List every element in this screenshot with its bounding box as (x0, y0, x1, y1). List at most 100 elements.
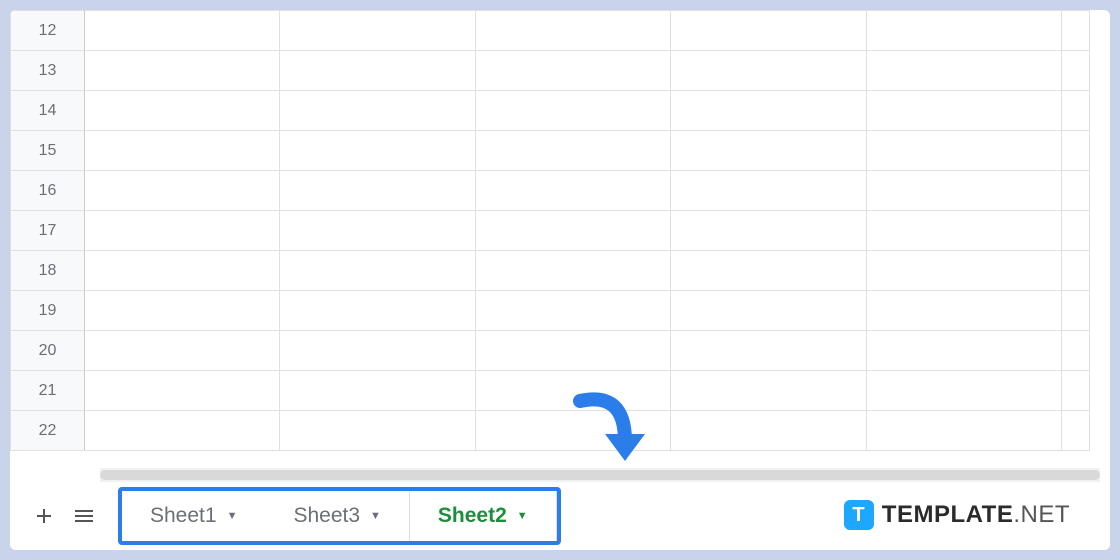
table-row: 12 (11, 11, 1090, 51)
cell[interactable] (85, 171, 280, 211)
cell[interactable] (1061, 331, 1089, 371)
cell[interactable] (671, 331, 866, 371)
cell[interactable] (1061, 131, 1089, 171)
row-header[interactable]: 20 (11, 331, 85, 371)
cell[interactable] (280, 51, 475, 91)
cell[interactable] (866, 291, 1061, 331)
cell[interactable] (671, 411, 866, 451)
horizontal-scrollbar[interactable] (100, 468, 1100, 482)
cell[interactable] (671, 51, 866, 91)
cell[interactable] (866, 371, 1061, 411)
cell[interactable] (866, 171, 1061, 211)
cell[interactable] (1061, 371, 1089, 411)
cell[interactable] (475, 11, 670, 51)
row-header[interactable]: 14 (11, 91, 85, 131)
cell[interactable] (475, 91, 670, 131)
cell[interactable] (475, 51, 670, 91)
row-header[interactable]: 16 (11, 171, 85, 211)
cell[interactable] (85, 371, 280, 411)
tab-sheet3[interactable]: Sheet3 ▼ (265, 491, 408, 541)
cell[interactable] (671, 11, 866, 51)
row-header[interactable]: 22 (11, 411, 85, 451)
row-header[interactable]: 19 (11, 291, 85, 331)
cell[interactable] (1061, 411, 1089, 451)
table-row: 19 (11, 291, 1090, 331)
row-header[interactable]: 13 (11, 51, 85, 91)
chevron-down-icon: ▼ (370, 510, 381, 522)
cell[interactable] (1061, 51, 1089, 91)
cell[interactable] (280, 11, 475, 51)
tab-sheet1[interactable]: Sheet1 ▼ (122, 491, 265, 541)
cell[interactable] (671, 91, 866, 131)
cell[interactable] (866, 51, 1061, 91)
watermark-light: .NET (1013, 501, 1070, 528)
table-row: 15 (11, 131, 1090, 171)
cell[interactable] (1061, 11, 1089, 51)
cell[interactable] (866, 11, 1061, 51)
tab-label: Sheet2 (438, 504, 507, 528)
cell[interactable] (866, 131, 1061, 171)
spreadsheet-panel: 1213141516171819202122 Sheet1 ▼ Sheet3 ▼… (10, 10, 1110, 550)
add-sheet-button[interactable] (26, 498, 62, 534)
cell[interactable] (671, 211, 866, 251)
cell[interactable] (671, 171, 866, 211)
cell[interactable] (475, 131, 670, 171)
cell[interactable] (866, 331, 1061, 371)
cell[interactable] (280, 251, 475, 291)
cell[interactable] (475, 251, 670, 291)
row-header[interactable]: 21 (11, 371, 85, 411)
cell[interactable] (1061, 251, 1089, 291)
cell[interactable] (475, 331, 670, 371)
cell[interactable] (280, 331, 475, 371)
cell[interactable] (280, 411, 475, 451)
cell[interactable] (1061, 211, 1089, 251)
cell[interactable] (866, 211, 1061, 251)
cell[interactable] (475, 171, 670, 211)
cell[interactable] (866, 91, 1061, 131)
cell[interactable] (671, 291, 866, 331)
tab-sheet2[interactable]: Sheet2 ▼ (409, 491, 557, 541)
cell[interactable] (85, 411, 280, 451)
cell[interactable] (475, 411, 670, 451)
cell[interactable] (85, 331, 280, 371)
cell[interactable] (85, 51, 280, 91)
row-header[interactable]: 12 (11, 11, 85, 51)
cell[interactable] (280, 291, 475, 331)
cell[interactable] (671, 131, 866, 171)
cell[interactable] (475, 371, 670, 411)
cell[interactable] (866, 251, 1061, 291)
chevron-down-icon: ▼ (227, 510, 238, 522)
cell[interactable] (85, 291, 280, 331)
row-header[interactable]: 17 (11, 211, 85, 251)
cell[interactable] (475, 291, 670, 331)
cell[interactable] (475, 211, 670, 251)
cell[interactable] (866, 411, 1061, 451)
table-row: 13 (11, 51, 1090, 91)
template-logo-icon: T (844, 500, 874, 530)
grid-area: 1213141516171819202122 (10, 10, 1110, 468)
cell[interactable] (671, 251, 866, 291)
cell[interactable] (85, 91, 280, 131)
cell[interactable] (1061, 171, 1089, 211)
cell[interactable] (280, 131, 475, 171)
cell[interactable] (85, 251, 280, 291)
cell[interactable] (280, 211, 475, 251)
table-row: 17 (11, 211, 1090, 251)
cell[interactable] (85, 211, 280, 251)
cell[interactable] (1061, 291, 1089, 331)
row-header[interactable]: 18 (11, 251, 85, 291)
cell[interactable] (1061, 91, 1089, 131)
cell[interactable] (280, 371, 475, 411)
cell[interactable] (280, 171, 475, 211)
row-header[interactable]: 15 (11, 131, 85, 171)
scrollbar-thumb[interactable] (100, 470, 1100, 480)
cell[interactable] (671, 371, 866, 411)
spreadsheet-grid[interactable]: 1213141516171819202122 (10, 10, 1090, 451)
table-row: 20 (11, 331, 1090, 371)
tabs-highlight-box: Sheet1 ▼ Sheet3 ▼ Sheet2 ▼ (118, 487, 561, 545)
cell[interactable] (85, 131, 280, 171)
all-sheets-button[interactable] (66, 498, 102, 534)
cell[interactable] (280, 91, 475, 131)
tab-label: Sheet1 (150, 504, 217, 528)
cell[interactable] (85, 11, 280, 51)
